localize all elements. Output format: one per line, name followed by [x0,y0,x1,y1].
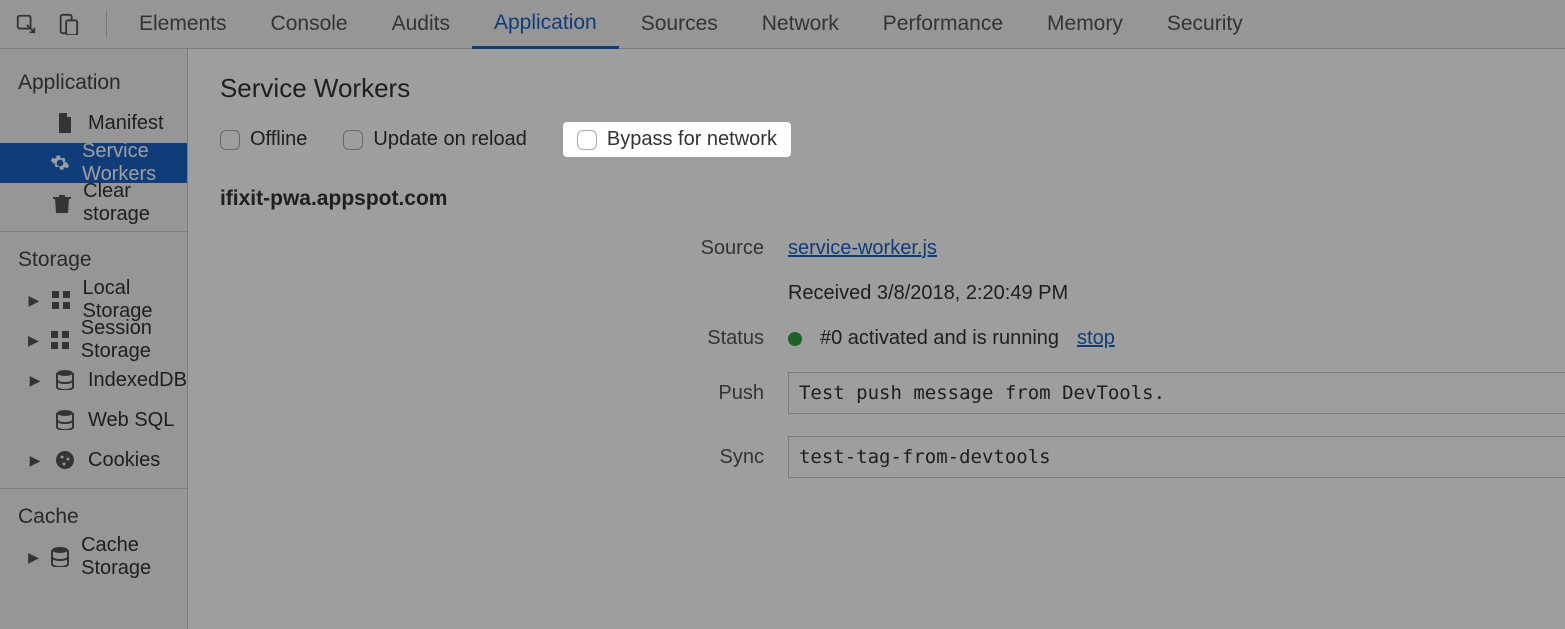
tab-sources[interactable]: Sources [619,0,740,49]
bypass-for-network-checkbox-label: Bypass for network [607,128,777,151]
status-dot-icon [788,332,802,346]
device-toggle-icon[interactable] [54,10,82,38]
tab-security[interactable]: Security [1145,0,1265,49]
update-on-reload-checkbox-input[interactable] [343,130,363,150]
sidebar-item-cookies[interactable]: ▶ Cookies [0,440,187,480]
update-on-reload-checkbox-label: Update on reload [373,128,526,151]
sidebar-item-label: IndexedDB [88,369,187,392]
grid-icon [52,289,71,311]
sidebar-item-clear-storage[interactable]: Clear storage [0,183,187,223]
sw-sync-input[interactable] [788,436,1565,478]
sidebar-item-label: Session Storage [81,317,187,363]
sw-origin: ifixit-pwa.appspot.com [220,187,1565,211]
sidebar-group-storage: Storage [0,240,187,280]
update-on-reload-checkbox[interactable]: Update on reload [343,128,526,151]
sidebar-item-label: Cookies [88,449,160,472]
sidebar-item-session-storage[interactable]: ▶ Session Storage [0,320,187,360]
application-sidebar: Application Manifest Service Workers [0,49,188,629]
sw-status-label: Status [188,327,788,350]
trash-icon [52,192,71,214]
sw-source-link[interactable]: service-worker.js [788,237,937,260]
tab-application[interactable]: Application [472,0,619,49]
gear-icon [50,152,70,174]
devtools-tabbar: Elements Console Audits Application Sour… [0,0,1565,49]
tab-audits[interactable]: Audits [370,0,472,49]
sidebar-item-cache-storage[interactable]: ▶ Cache Storage [0,537,187,577]
tab-console[interactable]: Console [249,0,370,49]
sidebar-item-web-sql[interactable]: Web SQL [0,400,187,440]
database-icon [51,546,69,568]
sidebar-item-local-storage[interactable]: ▶ Local Storage [0,280,187,320]
sw-sync-label: Sync [188,446,788,469]
cookie-icon [54,449,76,471]
tabbar-separator [106,10,107,38]
sw-options-row: Offline Update on reload Bypass for netw… [220,122,1565,157]
sidebar-divider [0,488,187,489]
chevron-right-icon: ▶ [28,549,39,566]
offline-checkbox[interactable]: Offline [220,128,307,151]
database-icon [54,369,76,391]
offline-checkbox-input[interactable] [220,130,240,150]
tab-performance[interactable]: Performance [861,0,1025,49]
inspect-icon[interactable] [12,10,40,38]
sidebar-group-application: Application [0,63,187,103]
sw-push-label: Push [188,382,788,405]
grid-icon [51,329,69,351]
bypass-for-network-checkbox[interactable]: Bypass for network [563,122,791,157]
sidebar-item-label: Cache Storage [81,534,187,580]
sidebar-item-label: Web SQL [88,409,174,432]
chevron-right-icon: ▶ [28,372,42,389]
tab-memory[interactable]: Memory [1025,0,1145,49]
sidebar-divider [0,231,187,232]
sw-stop-link[interactable]: stop [1077,327,1115,350]
document-icon [54,112,76,134]
bypass-for-network-checkbox-input[interactable] [577,130,597,150]
chevron-right-icon: ▶ [28,332,39,349]
sidebar-item-indexeddb[interactable]: ▶ IndexedDB [0,360,187,400]
sw-source-label: Source [188,237,788,260]
sidebar-item-label: Manifest [88,112,164,135]
sw-status-text: #0 activated and is running [820,327,1059,350]
tab-elements[interactable]: Elements [117,0,249,49]
sidebar-group-cache: Cache [0,497,187,537]
service-workers-panel: Service Workers Offline Update on reload… [188,49,1565,629]
tab-network[interactable]: Network [740,0,861,49]
sw-push-input[interactable] [788,372,1565,414]
sidebar-item-label: Clear storage [83,180,187,226]
chevron-right-icon: ▶ [28,292,40,309]
sidebar-item-manifest[interactable]: Manifest [0,103,187,143]
chevron-right-icon: ▶ [28,452,42,469]
offline-checkbox-label: Offline [250,128,307,151]
sw-received-text: Received 3/8/2018, 2:20:49 PM [788,282,1068,305]
database-icon [54,409,76,431]
page-title: Service Workers [220,73,1565,104]
sidebar-item-service-workers[interactable]: Service Workers [0,143,187,183]
